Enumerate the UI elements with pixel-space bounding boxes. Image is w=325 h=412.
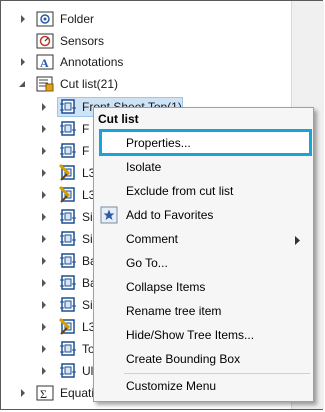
tree-item-folder[interactable]: Folder (1, 9, 291, 29)
expand-arrow-icon[interactable] (39, 273, 49, 293)
context-menu-title: Cut list (98, 112, 139, 126)
cut-list-item-warning-icon (59, 318, 77, 336)
expand-arrow-icon[interactable] (39, 229, 49, 249)
svg-text:A: A (40, 56, 49, 70)
svg-text:Σ: Σ (40, 387, 47, 401)
expand-arrow-icon[interactable] (39, 361, 49, 381)
context-menu: Cut list Properties... Isolate Exclude f… (93, 107, 314, 402)
menu-item-label: Exclude from cut list (126, 184, 234, 198)
menu-item-hide-show-tree-items[interactable]: Hide/Show Tree Items... (95, 323, 312, 347)
tree-item-label: Equati (60, 386, 95, 400)
menu-item-isolate[interactable]: Isolate (95, 155, 312, 179)
sensor-icon (36, 32, 54, 50)
menu-item-create-bounding-box[interactable]: Create Bounding Box (95, 347, 312, 371)
expand-arrow-icon[interactable] (39, 339, 49, 359)
expand-arrow-icon[interactable] (39, 97, 49, 117)
tree-item-label: Annotations (60, 55, 124, 69)
tree-item-label: Sensors (60, 34, 105, 48)
expand-arrow-icon[interactable] (39, 163, 49, 183)
menu-item-label: Properties... (126, 136, 191, 150)
tree-item-label: Cut list(21) (60, 77, 119, 91)
menu-item-label: Collapse Items (126, 280, 206, 294)
equations-icon: Σ (36, 384, 54, 402)
collapse-arrow-icon[interactable] (17, 74, 27, 94)
menu-item-rename-tree-item[interactable]: Rename tree item (95, 299, 312, 323)
expand-arrow-icon[interactable] (39, 185, 49, 205)
tree-item-cut-list[interactable]: Cut list(21) (1, 74, 291, 94)
menu-item-label: Customize Menu (126, 379, 217, 393)
cut-list-item-icon (59, 274, 77, 292)
cut-list-item-warning-icon (59, 186, 77, 204)
expand-arrow-icon[interactable] (39, 141, 49, 161)
favorite-star-icon (100, 206, 118, 224)
menu-item-label: Add to Favorites (126, 208, 214, 222)
cut-list-item-warning-icon (59, 164, 77, 182)
tree-item-label: F (82, 122, 90, 136)
menu-item-comment[interactable]: Comment (95, 227, 312, 251)
submenu-arrow-icon (295, 234, 300, 248)
tree-item-label: Si (82, 210, 93, 224)
tree-item-label: Ul (82, 364, 94, 378)
cut-list-item-icon (59, 296, 77, 314)
cut-list-item-icon (59, 340, 77, 358)
menu-item-label: Rename tree item (126, 304, 222, 318)
menu-item-label: Go To... (126, 256, 168, 270)
menu-item-label: Comment (126, 232, 179, 246)
menu-item-add-to-favorites[interactable]: Add to Favorites (95, 203, 312, 227)
cut-list-icon (36, 75, 54, 93)
menu-item-label: Hide/Show Tree Items... (126, 328, 255, 342)
menu-item-label: Create Bounding Box (126, 352, 241, 366)
cut-list-item-icon (59, 142, 77, 160)
tree-item-label: F (82, 144, 90, 158)
cut-list-item-icon (59, 120, 77, 138)
expand-arrow-icon[interactable] (39, 295, 49, 315)
expand-arrow-icon[interactable] (39, 119, 49, 139)
tree-item-sensors[interactable]: Sensors (1, 31, 291, 51)
expand-arrow-icon[interactable] (18, 383, 28, 403)
expand-arrow-icon[interactable] (18, 9, 28, 29)
menu-item-customize-menu[interactable]: Customize Menu (95, 374, 312, 398)
menu-item-label: Isolate (126, 160, 162, 174)
menu-item-go-to[interactable]: Go To... (95, 251, 312, 275)
tree-item-label: Folder (60, 12, 95, 26)
cut-list-item-icon (59, 208, 77, 226)
expand-arrow-icon[interactable] (39, 207, 49, 227)
menu-item-collapse-items[interactable]: Collapse Items (95, 275, 312, 299)
cut-list-item-icon (59, 230, 77, 248)
tree-item-annotations[interactable]: A Annotations (1, 52, 291, 72)
expand-arrow-icon[interactable] (39, 251, 49, 271)
cut-list-item-icon (59, 252, 77, 270)
annotations-icon: A (36, 53, 54, 71)
cut-list-item-icon (59, 362, 77, 380)
expand-arrow-icon[interactable] (18, 52, 28, 72)
tree-item-label: Si (82, 298, 93, 312)
cut-list-item-icon (59, 98, 77, 116)
menu-item-exclude-from-cut-list[interactable]: Exclude from cut list (95, 179, 312, 203)
folder-icon (36, 10, 54, 28)
tree-item-label: Si (82, 232, 93, 246)
expand-arrow-icon[interactable] (39, 317, 49, 337)
menu-item-properties[interactable]: Properties... (95, 131, 312, 155)
